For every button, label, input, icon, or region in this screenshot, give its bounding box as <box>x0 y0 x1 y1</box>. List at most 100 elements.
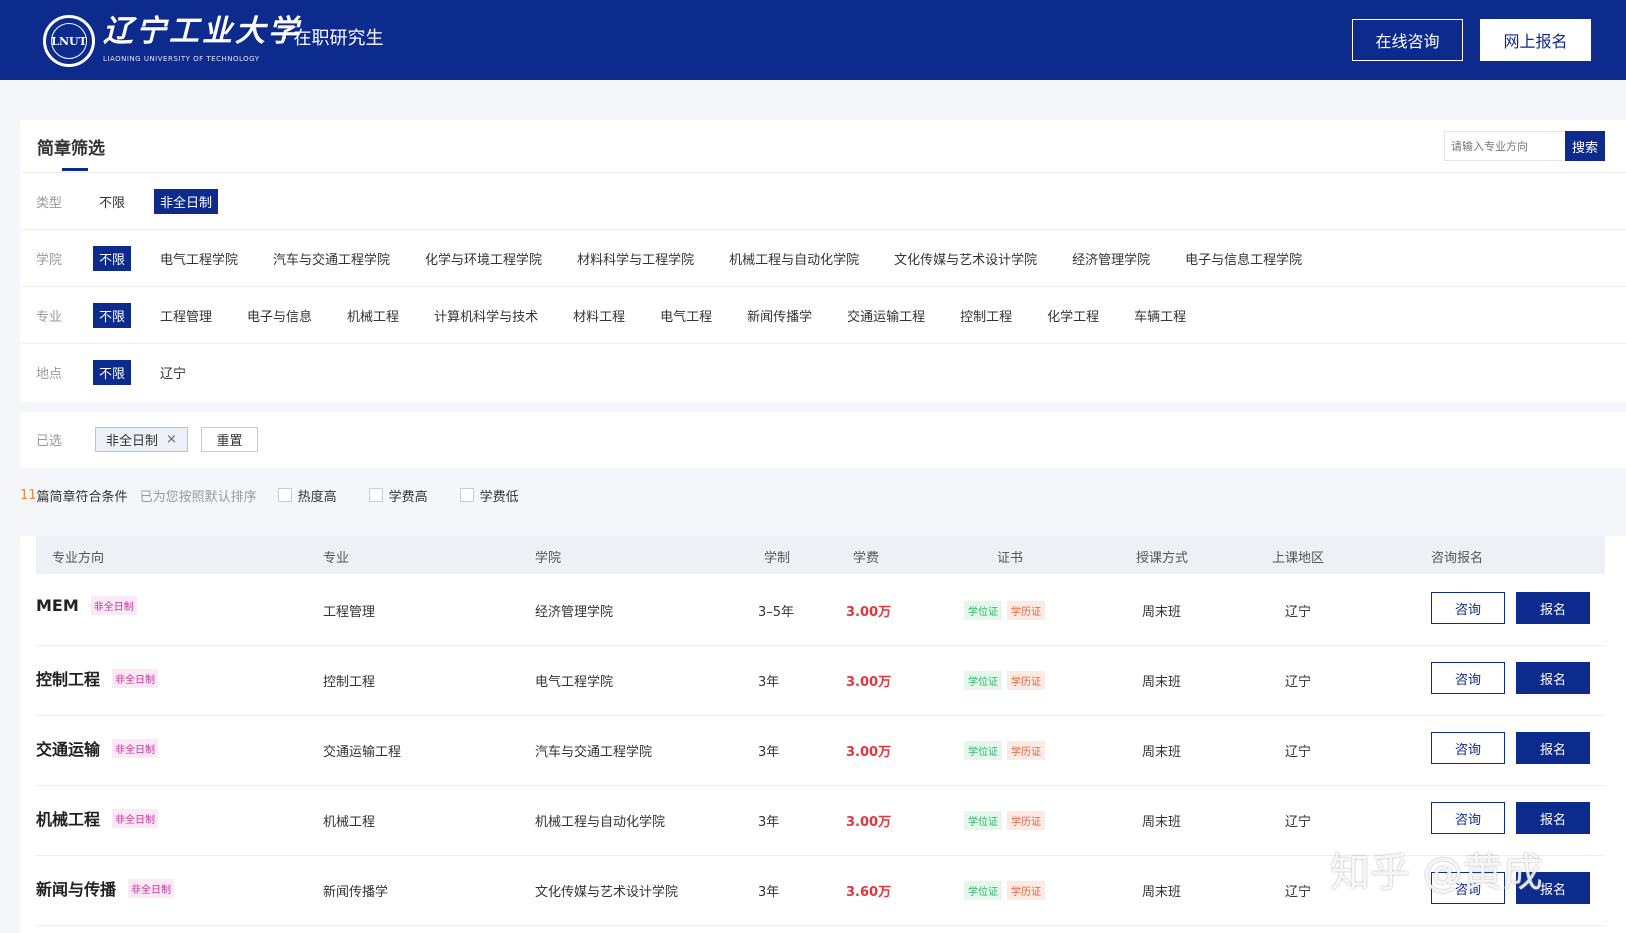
filter-row-label: 类型 <box>36 195 63 211</box>
sort-bar: 11 篇简章符合条件 已为您按照默认排序 热度高 学费高 学费低 <box>20 485 551 505</box>
filter-option[interactable]: 新闻传播学 <box>741 303 818 328</box>
filter-option[interactable]: 材料工程 <box>567 303 631 328</box>
sort-fee-low-checkbox[interactable]: 学费低 <box>459 486 519 505</box>
degree-certificate-badge: 学位证 <box>964 811 1002 830</box>
filter-option[interactable]: 文化传媒与艺术设计学院 <box>888 246 1043 271</box>
filter-option[interactable]: 电气工程学院 <box>154 246 244 271</box>
teaching-mode-cell: 周末班 <box>1142 885 1182 900</box>
apply-button[interactable]: 报名 <box>1516 732 1590 764</box>
apply-button[interactable]: 报名 <box>1516 592 1590 624</box>
filter-option[interactable]: 汽车与交通工程学院 <box>267 246 396 271</box>
consult-button[interactable]: 咨询 <box>1431 802 1505 834</box>
watermark: 知乎 @黄成 <box>1330 850 1543 896</box>
consult-button[interactable]: 咨询 <box>1431 732 1505 764</box>
filter-option[interactable]: 非全日制 <box>154 188 219 214</box>
duration-cell: 3–5年 <box>758 605 795 620</box>
filter-row-label: 学院 <box>36 252 63 268</box>
duration-cell: 3年 <box>758 675 780 690</box>
duration-cell: 3年 <box>758 745 780 760</box>
major-cell: 控制工程 <box>323 675 376 690</box>
filter-option[interactable]: 不限 <box>93 302 132 328</box>
filter-panel: 简章筛选 搜索 类型不限非全日制学院不限电气工程学院汽车与交通工程学院化学与环境… <box>20 120 1626 402</box>
filter-option[interactable]: 化学与环境工程学院 <box>419 246 548 271</box>
title-underline <box>62 168 88 171</box>
filter-option[interactable]: 电子与信息工程学院 <box>1179 246 1308 271</box>
apply-button[interactable]: 报名 <box>1516 662 1590 694</box>
checkbox-icon <box>277 488 292 502</box>
teaching-mode-cell: 周末班 <box>1142 745 1182 760</box>
selected-tag[interactable]: 非全日制 × <box>95 427 188 452</box>
direction-name[interactable]: 机械工程 <box>36 806 100 830</box>
consult-button[interactable]: 咨询 <box>1431 592 1505 624</box>
certificate-cell: 学位证 学历证 <box>964 601 1045 620</box>
filter-option[interactable]: 工程管理 <box>154 303 218 328</box>
certificate-cell: 学位证 学历证 <box>964 741 1045 760</box>
direction-cell: MEM 非全日制 <box>36 596 137 615</box>
online-consult-button[interactable]: 在线咨询 <box>1352 19 1463 61</box>
college-cell: 电气工程学院 <box>535 675 614 690</box>
sort-popularity-checkbox[interactable]: 热度高 <box>277 486 337 505</box>
column-header: 专业方向 <box>52 551 105 566</box>
region-cell: 辽宁 <box>1285 605 1312 620</box>
column-header: 上课地区 <box>1272 551 1325 566</box>
education-certificate-badge: 学历证 <box>1007 811 1045 830</box>
filter-row-label: 专业 <box>36 309 63 325</box>
result-count: 11 <box>20 487 37 503</box>
major-search-input[interactable] <box>1444 131 1564 161</box>
selected-filters-panel: 已选 非全日制 × 重置 <box>20 412 1626 468</box>
filter-options: 不限 电气工程学院 汽车与交通工程学院 化学与环境工程学院 材料科学与工程学院 机械工程与… <box>93 245 1331 271</box>
type-badge: 非全日制 <box>112 738 159 758</box>
certificate-cell: 学位证 学历证 <box>964 811 1045 830</box>
filter-option[interactable]: 不限 <box>93 189 131 214</box>
direction-name[interactable]: 控制工程 <box>36 666 100 690</box>
teaching-mode-cell: 周末班 <box>1142 815 1182 830</box>
apply-button[interactable]: 报名 <box>1516 802 1590 834</box>
filter-option[interactable]: 车辆工程 <box>1128 303 1192 328</box>
filter-option[interactable]: 不限 <box>93 245 132 271</box>
college-cell: 机械工程与自动化学院 <box>535 815 666 830</box>
filter-option[interactable]: 辽宁 <box>154 360 192 385</box>
filter-option[interactable]: 交通运输工程 <box>841 303 931 328</box>
major-cell: 交通运输工程 <box>323 745 402 760</box>
filter-option[interactable]: 电气工程 <box>654 303 718 328</box>
type-badge: 非全日制 <box>112 808 159 828</box>
university-name-logo[interactable]: 辽宁工业大学 <box>103 14 301 50</box>
table-row[interactable]: MEM 非全日制 工程管理 经济管理学院 3–5年 3.00万 周末班 辽宁 学位证 学历证 咨询报… <box>36 574 1605 646</box>
consult-button[interactable]: 咨询 <box>1431 662 1505 694</box>
checkbox-label: 学费低 <box>479 489 519 505</box>
filter-option[interactable]: 控制工程 <box>954 303 1018 328</box>
filter-option[interactable]: 机械工程 <box>341 303 405 328</box>
duration-cell: 3年 <box>758 885 780 900</box>
column-header: 授课方式 <box>1136 551 1189 566</box>
education-certificate-badge: 学历证 <box>1007 881 1045 900</box>
reset-button[interactable]: 重置 <box>201 427 258 452</box>
sort-hint: 已为您按照默认排序 <box>139 489 257 505</box>
filter-option[interactable]: 机械工程与自动化学院 <box>723 246 865 271</box>
certificate-cell: 学位证 学历证 <box>964 671 1045 690</box>
search-button[interactable]: 搜索 <box>1565 131 1605 161</box>
certificate-cell: 学位证 学历证 <box>964 881 1045 900</box>
sort-fee-high-checkbox[interactable]: 学费高 <box>368 486 428 505</box>
filter-options: 不限 辽宁 <box>93 360 215 385</box>
university-seal-logo[interactable]: LNUT <box>43 15 95 67</box>
education-certificate-badge: 学历证 <box>1007 741 1045 760</box>
filter-option[interactable]: 化学工程 <box>1041 303 1105 328</box>
filter-option[interactable]: 不限 <box>93 360 132 385</box>
direction-cell: 控制工程 非全日制 <box>36 666 159 690</box>
table-row[interactable]: 交通运输 非全日制 交通运输工程 汽车与交通工程学院 3年 3.00万 周末班 辽宁 学位证 学历… <box>36 714 1605 786</box>
direction-name[interactable]: 交通运输 <box>36 736 100 760</box>
filter-option[interactable]: 经济管理学院 <box>1066 246 1156 271</box>
filter-option[interactable]: 电子与信息 <box>241 303 318 328</box>
online-apply-button[interactable]: 网上报名 <box>1480 19 1591 61</box>
checkbox-icon <box>459 488 474 502</box>
fee-cell: 3.00万 <box>846 745 892 760</box>
direction-name[interactable]: MEM <box>36 596 79 615</box>
close-icon[interactable]: × <box>166 432 177 447</box>
type-badge: 非全日制 <box>112 668 159 688</box>
filter-option[interactable]: 材料科学与工程学院 <box>571 246 700 271</box>
education-certificate-badge: 学历证 <box>1007 601 1045 620</box>
filter-option[interactable]: 计算机科学与技术 <box>428 303 544 328</box>
site-subtitle: · 在职研究生 <box>282 28 384 49</box>
direction-name[interactable]: 新闻与传播 <box>36 876 116 900</box>
table-row[interactable]: 控制工程 非全日制 控制工程 电气工程学院 3年 3.00万 周末班 辽宁 学位证 学历证 咨询 报名 <box>36 644 1605 716</box>
